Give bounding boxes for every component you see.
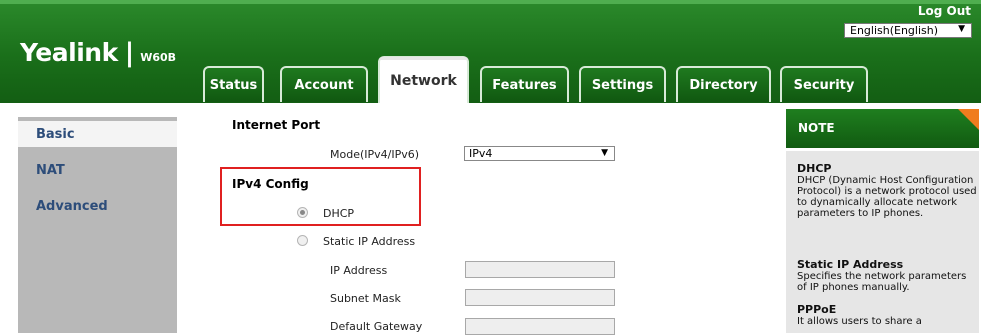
note-dhcp-title: DHCP	[797, 162, 832, 175]
sidebar-item-label: NAT	[36, 162, 65, 178]
dropdown-arrow-icon: ▼	[601, 148, 608, 158]
tab-label: Features	[492, 77, 557, 93]
note-pppoe: PPPoE It allows users to share a	[797, 304, 977, 327]
tab-security[interactable]: Security	[780, 66, 868, 102]
language-select[interactable]: English(English) ▼	[844, 23, 972, 38]
highlight-box	[220, 167, 421, 226]
sidebar	[18, 117, 177, 333]
tab-status[interactable]: Status	[203, 66, 264, 102]
dropdown-arrow-icon: ▼	[958, 24, 965, 34]
sidebar-item-label: Advanced	[36, 198, 108, 214]
model-name: W60B	[140, 51, 177, 64]
default-gateway-input[interactable]	[465, 318, 615, 335]
dhcp-radio[interactable]	[297, 207, 308, 218]
tab-settings[interactable]: Settings	[579, 66, 666, 102]
mode-select-value: IPv4	[469, 147, 493, 160]
note-corner-flag	[958, 109, 979, 130]
note-pppoe-title: PPPoE	[797, 303, 837, 316]
note-pppoe-text: It allows users to share a	[797, 316, 922, 327]
tab-label: Network	[390, 72, 457, 89]
tab-directory[interactable]: Directory	[676, 66, 771, 102]
tab-features[interactable]: Features	[480, 66, 569, 102]
section-title-internet-port: Internet Port	[232, 118, 321, 132]
tab-account[interactable]: Account	[280, 66, 368, 102]
header-top-edge	[0, 0, 981, 4]
mode-label: Mode(IPv4/IPv6)	[330, 148, 420, 161]
default-gateway-label: Default Gateway	[330, 320, 423, 333]
static-ip-radio[interactable]	[297, 235, 308, 246]
subnet-mask-label: Subnet Mask	[330, 292, 401, 305]
note-title: NOTE	[798, 121, 835, 135]
ipv4-config-title: IPv4 Config	[232, 177, 309, 191]
logo-separator: |	[124, 38, 135, 68]
dhcp-label: DHCP	[323, 207, 355, 220]
tab-label: Settings	[591, 77, 654, 93]
note-static-title: Static IP Address	[797, 258, 904, 271]
note-static-text: Specifies the network parameters of IP p…	[797, 271, 967, 293]
tab-network[interactable]: Network	[378, 56, 469, 103]
ip-address-input[interactable]	[465, 261, 615, 278]
tab-label: Status	[209, 77, 258, 93]
sidebar-item-advanced[interactable]: Advanced	[18, 193, 177, 219]
tab-label: Security	[793, 77, 855, 93]
logo-text: Yealink	[20, 38, 118, 67]
language-value: English(English)	[850, 24, 939, 37]
mode-select[interactable]: IPv4 ▼	[464, 146, 615, 161]
brand-logo: Yealink | W60B	[20, 38, 176, 68]
subnet-mask-input[interactable]	[465, 289, 615, 306]
tab-label: Account	[294, 77, 354, 93]
static-ip-label: Static IP Address	[323, 235, 416, 248]
sidebar-item-nat[interactable]: NAT	[18, 157, 177, 183]
note-dhcp: DHCP DHCP (Dynamic Host Configuration Pr…	[797, 163, 977, 219]
note-static: Static IP Address Specifies the network …	[797, 259, 977, 293]
logout-link[interactable]: Log Out	[918, 4, 971, 18]
ip-address-label: IP Address	[330, 264, 388, 277]
sidebar-item-basic[interactable]: Basic	[18, 121, 177, 147]
tab-label: Directory	[689, 77, 758, 93]
note-dhcp-text: DHCP (Dynamic Host Configuration Protoco…	[797, 175, 977, 219]
sidebar-item-label: Basic	[36, 126, 75, 142]
